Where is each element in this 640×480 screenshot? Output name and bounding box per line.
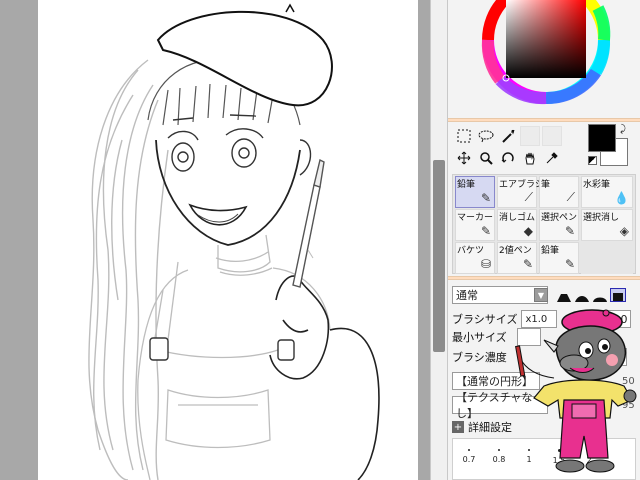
soft-edge-shape-icon[interactable] — [574, 288, 590, 302]
hand-icon[interactable] — [520, 148, 540, 168]
pencil-icon: ✎ — [564, 257, 575, 271]
swap-colors-icon[interactable]: ⤸ — [620, 124, 626, 135]
empty-tool-slot — [581, 242, 633, 274]
vertical-scrollbar[interactable] — [430, 0, 448, 480]
medium-edge-shape-icon[interactable] — [592, 288, 608, 302]
scrollbar-thumb[interactable] — [433, 160, 445, 352]
right-gutter — [418, 0, 430, 480]
min-size-label: 最小サイズ — [452, 331, 507, 344]
chevron-down-icon[interactable]: ▼ — [534, 288, 548, 302]
eraser-icon: ◆ — [523, 224, 533, 238]
pencil-icon: ✎ — [480, 191, 491, 205]
app-window: ⤸ 鉛筆 ✎ エアブラシ ⟋ 筆 ⟋ 水彩筆 💧 マーカー ✎ 消しゴム ◆ 選… — [0, 0, 640, 480]
mascot-character — [514, 308, 640, 480]
tool-watercolor[interactable]: 水彩筆 💧 — [581, 176, 633, 208]
select-erase-icon: ◈ — [619, 224, 629, 238]
empty-slot — [520, 126, 540, 146]
tool-marker[interactable]: マーカー ✎ — [455, 209, 495, 241]
brush-icon: ⟋ — [566, 190, 575, 204]
magic-wand-icon[interactable] — [498, 126, 518, 146]
tool-airbrush[interactable]: エアブラシ ⟋ — [497, 176, 544, 208]
panel-separator — [448, 118, 640, 122]
brush-size-label: ブラシサイズ — [452, 313, 518, 326]
reset-colors-icon[interactable] — [588, 156, 597, 165]
bucket-icon: ⛁ — [480, 257, 491, 271]
color-wheel[interactable] — [448, 0, 640, 120]
advanced-settings-toggle[interactable]: + 詳細設定 — [452, 418, 512, 436]
plus-icon: + — [452, 421, 464, 433]
move-icon[interactable] — [454, 148, 474, 168]
airbrush-icon: ⟋ — [524, 190, 533, 204]
tool-select-pen[interactable]: 選択ペン ✎ — [539, 209, 579, 241]
tool-select-erase[interactable]: 選択消し ◈ — [581, 209, 633, 241]
left-gutter — [0, 0, 38, 480]
tool-pencil[interactable]: 鉛筆 ✎ — [455, 176, 495, 208]
line-art-illustration — [88, 3, 380, 480]
rect-select-icon[interactable] — [454, 126, 474, 146]
watercolor-icon: 💧 — [614, 191, 629, 205]
brush-tool-grid: 鉛筆 ✎ エアブラシ ⟋ 筆 ⟋ 水彩筆 💧 マーカー ✎ 消しゴム ◆ 選択ペ… — [452, 174, 636, 274]
zoom-icon[interactable] — [476, 148, 496, 168]
panel-separator — [448, 276, 640, 280]
tool-brush[interactable]: 筆 ⟋ — [539, 176, 579, 208]
tool-pencil-2[interactable]: 鉛筆 ✎ — [539, 242, 579, 274]
marker-icon: ✎ — [480, 224, 491, 238]
hard-edge-shape-icon[interactable] — [556, 288, 572, 302]
selection-tools — [454, 126, 584, 168]
tool-bucket[interactable]: バケツ ⛁ — [455, 242, 495, 274]
tool-eraser[interactable]: 消しゴム ◆ — [497, 209, 537, 241]
binary-pen-icon: ✎ — [522, 257, 533, 271]
empty-slot — [542, 126, 562, 146]
size-preset[interactable]: 0.7 — [455, 441, 483, 479]
square-edge-shape-icon[interactable] — [610, 288, 626, 302]
color-picker[interactable] — [448, 0, 640, 120]
size-preset[interactable]: 0.8 — [485, 441, 513, 479]
density-label: ブラシ濃度 — [452, 351, 507, 364]
tool-binary-pen[interactable]: 2値ペン ✎ — [497, 242, 537, 274]
select-pen-icon: ✎ — [564, 224, 575, 238]
eyedropper-icon[interactable] — [542, 148, 562, 168]
rotate-icon[interactable] — [498, 148, 518, 168]
foreground-color-swatch[interactable] — [588, 124, 616, 152]
drawing-canvas[interactable] — [38, 0, 418, 480]
lasso-icon[interactable] — [476, 126, 496, 146]
